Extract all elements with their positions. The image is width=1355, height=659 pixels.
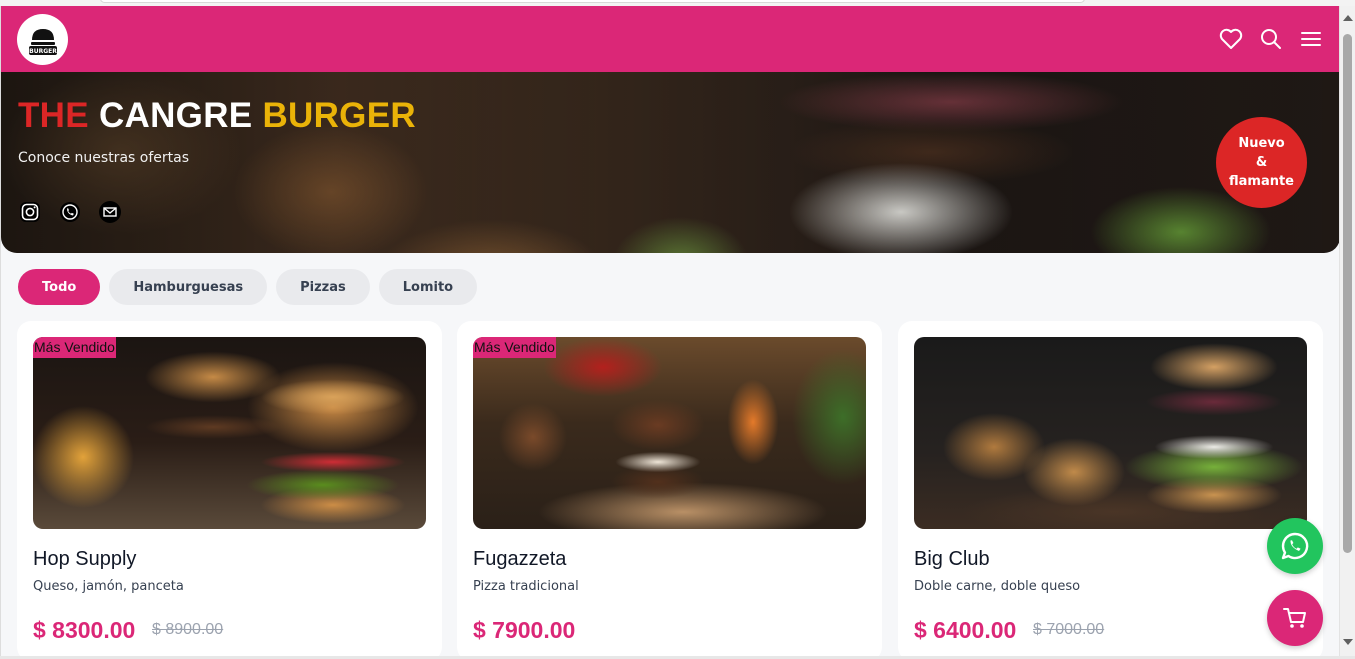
scroll-up-arrow-icon[interactable] — [1343, 15, 1353, 21]
heart-icon — [1219, 28, 1243, 49]
product-card-fugazzeta[interactable]: Más Vendido Fugazzeta Pizza tradicional … — [457, 321, 882, 656]
new-badge-line3: flamante — [1228, 174, 1294, 189]
menu-icon — [1301, 32, 1321, 46]
search-icon — [1261, 29, 1281, 49]
filter-pizzas[interactable]: Pizzas — [276, 269, 370, 305]
product-title: Hop Supply — [33, 548, 137, 570]
new-badge: Nuevo & flamante — [1216, 117, 1307, 208]
logo[interactable]: BURGER — [17, 14, 68, 65]
new-badge-line2: & — [1255, 155, 1268, 170]
hero-title-burger: BURGER — [262, 96, 416, 135]
cart-float-button[interactable] — [1267, 590, 1323, 646]
hero-title: THE CANGRE BURGER — [18, 96, 416, 136]
product-price: $ 6400.00 — [914, 617, 1017, 643]
product-card-big-club[interactable]: Big Club Doble carne, doble queso $ 6400… — [898, 321, 1323, 656]
search-button[interactable] — [1258, 26, 1284, 52]
instagram-link[interactable] — [17, 199, 43, 225]
instagram-icon — [20, 202, 40, 222]
product-image: Más Vendido — [33, 337, 426, 529]
header-bar: BURGER — [1, 6, 1339, 72]
hero-banner: THE CANGRE BURGER Conoce nuestras oferta… — [1, 72, 1339, 253]
hero-title-the: THE — [18, 96, 89, 135]
product-title: Big Club — [914, 548, 990, 570]
filter-hamburguesas[interactable]: Hamburguesas — [109, 269, 268, 305]
filter-todo[interactable]: Todo — [18, 269, 101, 305]
scrollbar-thumb[interactable] — [1343, 34, 1352, 553]
product-old-price: $ 7000.00 — [1033, 621, 1105, 638]
whatsapp-float-button[interactable] — [1267, 518, 1323, 574]
category-filters: Todo Hamburguesas Pizzas Lomito — [18, 269, 478, 305]
product-price: $ 8300.00 — [33, 617, 136, 643]
page: BURGER THE CANGRE BURGER Conoce nuestras… — [0, 6, 1339, 656]
whatsapp-link[interactable] — [57, 199, 83, 225]
new-badge-line1: Nuevo — [1238, 136, 1285, 151]
product-description: Pizza tradicional — [473, 579, 579, 594]
product-description: Queso, jamón, panceta — [33, 579, 184, 594]
product-price: $ 7900.00 — [473, 617, 576, 643]
vertical-scrollbar[interactable] — [1339, 6, 1355, 656]
hero-title-cangre: CANGRE — [98, 96, 253, 135]
scroll-down-arrow-icon[interactable] — [1343, 639, 1353, 645]
product-description: Doble carne, doble queso — [914, 579, 1081, 594]
product-image: Más Vendido — [473, 337, 866, 529]
product-card-hop-supply[interactable]: Más Vendido Hop Supply Queso, jamón, pan… — [17, 321, 442, 656]
menu-button[interactable] — [1298, 26, 1324, 52]
product-old-price: $ 8900.00 — [152, 621, 224, 638]
whatsapp-icon — [1281, 532, 1309, 560]
email-link[interactable] — [97, 199, 123, 225]
whatsapp-icon — [60, 202, 80, 222]
logo-text: BURGER — [29, 48, 57, 55]
cart-icon — [1283, 608, 1306, 628]
address-bar-edge — [100, 0, 1085, 3]
product-title: Fugazzeta — [473, 548, 567, 570]
filter-lomito[interactable]: Lomito — [378, 269, 478, 305]
best-seller-tag: Más Vendido — [473, 337, 556, 358]
best-seller-tag: Más Vendido — [33, 337, 116, 358]
burger-logo-icon: BURGER — [28, 28, 57, 55]
favorites-button[interactable] — [1218, 26, 1244, 52]
email-icon — [99, 201, 121, 223]
hero-subtitle: Conoce nuestras ofertas — [18, 150, 189, 166]
product-image — [914, 337, 1307, 529]
